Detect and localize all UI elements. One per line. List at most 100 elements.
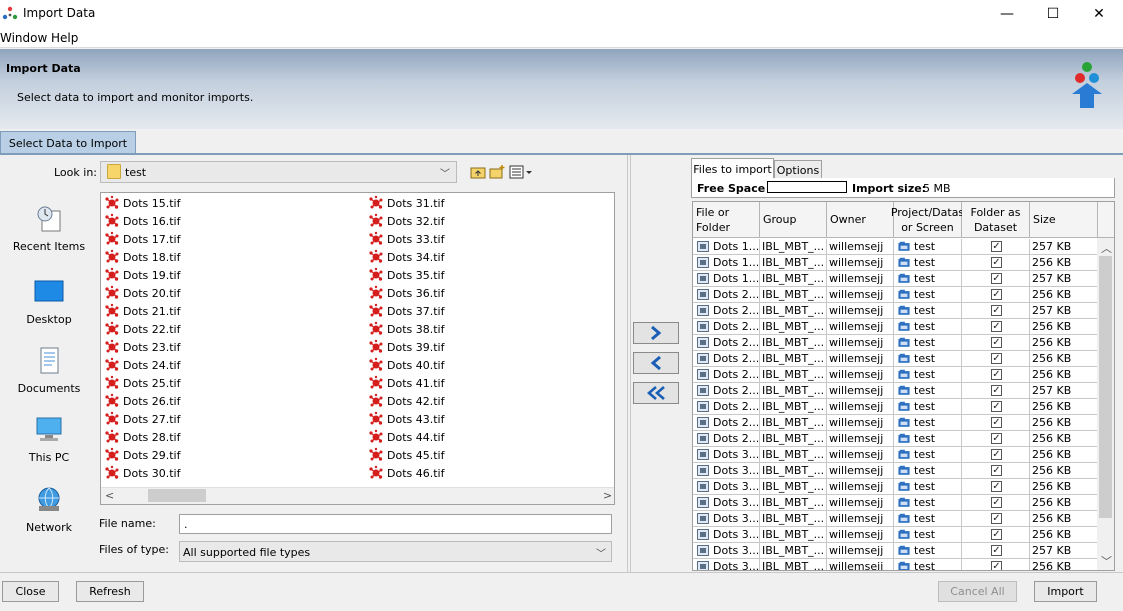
- cell-folder-as-dataset[interactable]: ✓: [962, 319, 1030, 335]
- shortcut-network[interactable]: Network: [10, 486, 88, 534]
- file-list-item[interactable]: Dots 20.tif: [104, 284, 180, 302]
- menu-window[interactable]: Window: [0, 31, 47, 45]
- folder-as-dataset-checkbox[interactable]: ✓: [991, 433, 1002, 444]
- cell-folder-as-dataset[interactable]: ✓: [962, 463, 1030, 479]
- file-list-item[interactable]: Dots 24.tif: [104, 356, 180, 374]
- minimize-button[interactable]: —: [984, 0, 1030, 28]
- cell-folder-as-dataset[interactable]: ✓: [962, 383, 1030, 399]
- file-list-item[interactable]: Dots 15.tif: [104, 194, 180, 212]
- close-window-button[interactable]: ✕: [1076, 0, 1122, 28]
- table-row[interactable]: Dots 2... IBL_MBT_... willemsejj test ✓ 256 K…: [693, 287, 1099, 303]
- tab-options[interactable]: Options: [774, 160, 822, 179]
- folder-as-dataset-checkbox[interactable]: ✓: [991, 369, 1002, 380]
- new-folder-icon[interactable]: [489, 164, 505, 180]
- table-row[interactable]: Dots 3... IBL_MBT_... willemsejj test ✓ 256 K…: [693, 495, 1099, 511]
- file-list-item[interactable]: Dots 23.tif: [104, 338, 180, 356]
- file-list-item[interactable]: Dots 31.tif: [368, 194, 444, 212]
- column-header-owner[interactable]: Owner: [827, 202, 894, 238]
- cell-folder-as-dataset[interactable]: ✓: [962, 527, 1030, 543]
- folder-as-dataset-checkbox[interactable]: ✓: [991, 257, 1002, 268]
- column-header-folder-as-dataset[interactable]: Folder as Dataset: [962, 202, 1030, 238]
- cell-folder-as-dataset[interactable]: ✓: [962, 335, 1030, 351]
- table-row[interactable]: Dots 2... IBL_MBT_... willemsejj test ✓ 256 K…: [693, 431, 1099, 447]
- import-button[interactable]: Import: [1034, 581, 1097, 602]
- cell-folder-as-dataset[interactable]: ✓: [962, 559, 1030, 570]
- column-header-file[interactable]: File or Folder: [693, 202, 760, 238]
- file-list-item[interactable]: Dots 45.tif: [368, 446, 444, 464]
- file-list-item[interactable]: Dots 30.tif: [104, 464, 180, 482]
- file-list-item[interactable]: Dots 40.tif: [368, 356, 444, 374]
- folder-as-dataset-checkbox[interactable]: ✓: [991, 305, 1002, 316]
- file-list-item[interactable]: Dots 22.tif: [104, 320, 180, 338]
- scroll-down-icon[interactable]: ﹀: [1101, 553, 1112, 569]
- file-list-item[interactable]: Dots 19.tif: [104, 266, 180, 284]
- scroll-up-icon[interactable]: ︿: [1101, 240, 1112, 256]
- file-list-item[interactable]: Dots 25.tif: [104, 374, 180, 392]
- file-list-item[interactable]: Dots 39.tif: [368, 338, 444, 356]
- file-list-item[interactable]: Dots 33.tif: [368, 230, 444, 248]
- file-list-item[interactable]: Dots 32.tif: [368, 212, 444, 230]
- folder-as-dataset-checkbox[interactable]: ✓: [991, 353, 1002, 364]
- cell-folder-as-dataset[interactable]: ✓: [962, 415, 1030, 431]
- close-button[interactable]: Close: [2, 581, 59, 602]
- tab-select-data[interactable]: Select Data to Import: [0, 131, 136, 154]
- cell-folder-as-dataset[interactable]: ✓: [962, 367, 1030, 383]
- table-row[interactable]: Dots 3... IBL_MBT_... willemsejj test ✓ 257 K…: [693, 543, 1099, 559]
- column-header-target[interactable]: Project/Datas or Screen: [891, 202, 964, 238]
- cell-folder-as-dataset[interactable]: ✓: [962, 303, 1030, 319]
- column-header-group[interactable]: Group: [760, 202, 827, 238]
- folder-as-dataset-checkbox[interactable]: ✓: [991, 465, 1002, 476]
- file-list-item[interactable]: Dots 36.tif: [368, 284, 444, 302]
- table-row[interactable]: Dots 3... IBL_MBT_... willemsejj test ✓ 256 K…: [693, 511, 1099, 527]
- file-list-item[interactable]: Dots 18.tif: [104, 248, 180, 266]
- horizontal-scroll-thumb[interactable]: [148, 489, 206, 502]
- file-list-item[interactable]: Dots 37.tif: [368, 302, 444, 320]
- file-list-item[interactable]: Dots 28.tif: [104, 428, 180, 446]
- folder-as-dataset-checkbox[interactable]: ✓: [991, 289, 1002, 300]
- folder-as-dataset-checkbox[interactable]: ✓: [991, 545, 1002, 556]
- file-list-item[interactable]: Dots 46.tif: [368, 464, 444, 482]
- table-row[interactable]: Dots 2... IBL_MBT_... willemsejj test ✓ 256 K…: [693, 415, 1099, 431]
- table-row[interactable]: Dots 2... IBL_MBT_... willemsejj test ✓ 257 K…: [693, 383, 1099, 399]
- cell-folder-as-dataset[interactable]: ✓: [962, 543, 1030, 559]
- file-list-item[interactable]: Dots 42.tif: [368, 392, 444, 410]
- folder-as-dataset-checkbox[interactable]: ✓: [991, 529, 1002, 540]
- file-list-item[interactable]: Dots 43.tif: [368, 410, 444, 428]
- shortcut-desktop[interactable]: Desktop: [10, 278, 88, 326]
- add-to-queue-button[interactable]: [633, 322, 679, 344]
- tab-files-to-import[interactable]: Files to import: [691, 158, 774, 179]
- table-row[interactable]: Dots 1... IBL_MBT_... willemsejj test ✓ 256 K…: [693, 255, 1099, 271]
- vertical-scroll-thumb[interactable]: [1099, 256, 1112, 518]
- file-list-item[interactable]: Dots 26.tif: [104, 392, 180, 410]
- folder-as-dataset-checkbox[interactable]: ✓: [991, 337, 1002, 348]
- cell-folder-as-dataset[interactable]: ✓: [962, 287, 1030, 303]
- cell-folder-as-dataset[interactable]: ✓: [962, 495, 1030, 511]
- file-list-item[interactable]: Dots 29.tif: [104, 446, 180, 464]
- folder-as-dataset-checkbox[interactable]: ✓: [991, 561, 1002, 570]
- folder-as-dataset-checkbox[interactable]: ✓: [991, 321, 1002, 332]
- shortcut-this-pc[interactable]: This PC: [10, 416, 88, 464]
- folder-as-dataset-checkbox[interactable]: ✓: [991, 273, 1002, 284]
- table-row[interactable]: Dots 1... IBL_MBT_... willemsejj test ✓ 257 K…: [693, 239, 1099, 255]
- file-list-item[interactable]: Dots 35.tif: [368, 266, 444, 284]
- cancel-all-button[interactable]: Cancel All: [938, 581, 1017, 602]
- column-header-size[interactable]: Size: [1030, 202, 1098, 238]
- folder-as-dataset-checkbox[interactable]: ✓: [991, 241, 1002, 252]
- folder-as-dataset-checkbox[interactable]: ✓: [991, 417, 1002, 428]
- table-row[interactable]: Dots 3... IBL_MBT_... willemsejj test ✓ 256 K…: [693, 479, 1099, 495]
- maximize-button[interactable]: ☐: [1030, 0, 1076, 28]
- cell-folder-as-dataset[interactable]: ✓: [962, 479, 1030, 495]
- cell-folder-as-dataset[interactable]: ✓: [962, 431, 1030, 447]
- table-row[interactable]: Dots 2... IBL_MBT_... willemsejj test ✓ 256 K…: [693, 367, 1099, 383]
- remove-all-button[interactable]: [633, 382, 679, 404]
- up-folder-icon[interactable]: [470, 164, 486, 180]
- table-row[interactable]: Dots 2... IBL_MBT_... willemsejj test ✓ 256 K…: [693, 351, 1099, 367]
- file-list-item[interactable]: Dots 41.tif: [368, 374, 444, 392]
- table-row[interactable]: Dots 3... IBL_MBT_... willemsejj test ✓ 256 K…: [693, 559, 1099, 570]
- menu-help[interactable]: Help: [51, 31, 78, 45]
- file-name-input[interactable]: [179, 514, 612, 534]
- table-row[interactable]: Dots 3... IBL_MBT_... willemsejj test ✓ 256 K…: [693, 447, 1099, 463]
- cell-folder-as-dataset[interactable]: ✓: [962, 447, 1030, 463]
- table-row[interactable]: Dots 2... IBL_MBT_... willemsejj test ✓ 256 K…: [693, 399, 1099, 415]
- folder-as-dataset-checkbox[interactable]: ✓: [991, 385, 1002, 396]
